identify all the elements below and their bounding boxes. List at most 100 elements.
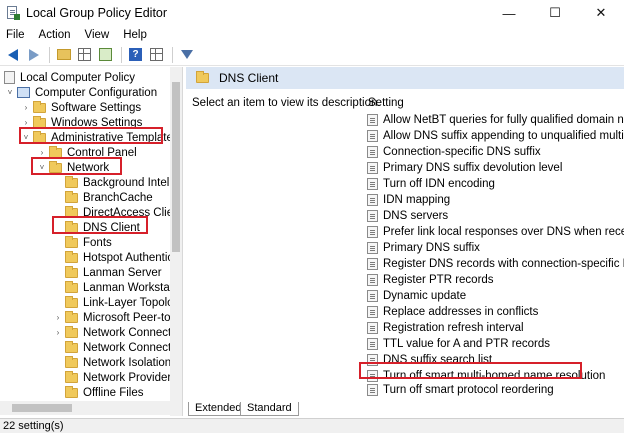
- toolbar-separator: [172, 46, 173, 63]
- highlight-dns-client: [52, 216, 148, 234]
- setting-row[interactable]: Allow NetBT queries for fully qualified …: [367, 112, 624, 127]
- tree-item-lanman-server[interactable]: Lanman Server: [65, 265, 162, 280]
- policy-icon: [367, 225, 378, 238]
- setting-row[interactable]: TTL value for A and PTR records: [367, 336, 624, 351]
- folder-icon: [33, 100, 46, 113]
- forward-button[interactable]: [24, 45, 43, 64]
- export-list-button[interactable]: [96, 45, 115, 64]
- collapse-chevron-icon[interactable]: ˅: [6, 88, 14, 97]
- setting-row[interactable]: Dynamic update: [367, 288, 624, 303]
- tree-item-microsoft-peer-to-peer[interactable]: › Microsoft Peer-to-P: [54, 310, 182, 325]
- window-title: Local Group Policy Editor: [26, 6, 168, 20]
- policy-icon: [367, 161, 378, 174]
- expand-chevron-icon[interactable]: ›: [22, 118, 30, 127]
- setting-row[interactable]: IDN mapping: [367, 192, 624, 207]
- tree-item-software-settings[interactable]: › Software Settings: [22, 100, 141, 115]
- back-arrow-icon: [7, 48, 18, 61]
- folder-icon: [33, 115, 46, 128]
- folder-icon: [65, 325, 78, 338]
- tree-item-local-computer-policy[interactable]: Local Computer Policy: [4, 70, 135, 85]
- policy-icon: [367, 209, 378, 222]
- menu-bar: File Action View Help: [0, 26, 624, 44]
- filter-button[interactable]: [177, 45, 196, 64]
- folder-icon: [65, 235, 78, 248]
- policy-icon: [367, 273, 378, 286]
- maximize-button[interactable]: ☐: [532, 0, 578, 26]
- setting-row[interactable]: Connection-specific DNS suffix: [367, 144, 624, 159]
- filter-icon: [180, 50, 193, 59]
- menu-file[interactable]: File: [6, 29, 25, 41]
- expand-chevron-icon[interactable]: ›: [22, 103, 30, 112]
- tree-item-network-connections[interactable]: › Network Connection: [54, 325, 182, 340]
- expand-chevron-icon[interactable]: ›: [54, 313, 62, 322]
- policy-icon: [367, 193, 378, 206]
- folder-up-icon: [56, 49, 71, 60]
- document-icon: [4, 71, 15, 84]
- highlight-network: [31, 157, 122, 175]
- tab-standard[interactable]: Standard: [240, 402, 299, 416]
- setting-row[interactable]: Register PTR records: [367, 272, 624, 287]
- show-hide-tree-button[interactable]: [75, 45, 94, 64]
- view-tabs: Extended Standard: [186, 401, 624, 417]
- toolbar: ?: [0, 44, 624, 66]
- setting-row[interactable]: Allow DNS suffix appending to unqualifie…: [367, 128, 624, 143]
- policy-icon: [367, 321, 378, 334]
- menu-action[interactable]: Action: [39, 29, 71, 41]
- up-folder-button[interactable]: [54, 45, 73, 64]
- folder-icon: [65, 280, 78, 293]
- setting-row[interactable]: Turn off IDN encoding: [367, 176, 624, 191]
- setting-row[interactable]: Registration refresh interval: [367, 320, 624, 335]
- back-button[interactable]: [3, 45, 22, 64]
- console-tree: Local Computer Policy ˅ Computer Configur…: [0, 67, 183, 416]
- properties-icon: [150, 48, 163, 61]
- policy-icon: [367, 384, 378, 396]
- tree-item-lanman-workstation[interactable]: Lanman Workstation: [65, 280, 182, 295]
- tree-item-branchcache[interactable]: BranchCache: [65, 190, 153, 205]
- setting-row[interactable]: Replace addresses in conflicts: [367, 304, 624, 319]
- computer-icon: [17, 87, 30, 98]
- expand-chevron-icon[interactable]: ›: [38, 148, 46, 157]
- setting-row[interactable]: Prefer link local responses over DNS whe…: [367, 224, 624, 239]
- policy-icon: [367, 177, 378, 190]
- folder-icon: [65, 265, 78, 278]
- expand-chevron-icon[interactable]: ›: [54, 328, 62, 337]
- description-text: Select an item to view its description.: [192, 97, 381, 109]
- detail-header: DNS Client: [186, 67, 624, 89]
- menu-help[interactable]: Help: [123, 29, 147, 41]
- setting-row[interactable]: Turn off smart protocol reordering: [367, 384, 624, 396]
- policy-icon: [367, 289, 378, 302]
- tree-item-network-connectivity[interactable]: Network Connectivi: [65, 340, 182, 355]
- tree-item-fonts[interactable]: Fonts: [65, 235, 112, 250]
- policy-icon: [367, 129, 378, 142]
- console-tree-icon: [78, 48, 91, 61]
- folder-icon: [65, 310, 78, 323]
- tree-item-hotspot-authentication[interactable]: Hotspot Authenticat: [65, 250, 182, 265]
- tree-item-network-isolation[interactable]: Network Isolation: [65, 355, 171, 370]
- policy-icon: [367, 305, 378, 318]
- policy-icon: [367, 337, 378, 350]
- folder-icon: [65, 250, 78, 263]
- setting-column-header[interactable]: Setting: [368, 97, 404, 109]
- title-bar: Local Group Policy Editor — ☐ ✕: [0, 0, 624, 26]
- toolbar-separator: [49, 46, 50, 63]
- close-button[interactable]: ✕: [578, 0, 624, 26]
- folder-icon: [65, 295, 78, 308]
- help-button[interactable]: ?: [126, 45, 145, 64]
- menu-view[interactable]: View: [85, 29, 110, 41]
- tree-item-link-layer-topology[interactable]: Link-Layer Topology: [65, 295, 182, 310]
- tree-item-computer-configuration[interactable]: ˅ Computer Configuration: [6, 85, 157, 100]
- forward-arrow-icon: [28, 48, 39, 61]
- tree-item-offline-files[interactable]: Offline Files: [65, 385, 144, 400]
- tree-item-background-intelligent[interactable]: Background Intellig: [65, 175, 181, 190]
- folder-icon: [65, 175, 78, 188]
- tree-scroll-thumb[interactable]: [172, 82, 180, 252]
- setting-row[interactable]: Primary DNS suffix: [367, 240, 624, 255]
- tree-hscroll-thumb[interactable]: [12, 404, 72, 412]
- toolbar-separator: [121, 46, 122, 63]
- setting-row[interactable]: DNS servers: [367, 208, 624, 223]
- tree-item-network-provider[interactable]: Network Provider: [65, 370, 171, 385]
- properties-button[interactable]: [147, 45, 166, 64]
- setting-row[interactable]: Register DNS records with connection-spe…: [367, 256, 624, 271]
- setting-row[interactable]: Primary DNS suffix devolution level: [367, 160, 624, 175]
- minimize-button[interactable]: —: [486, 0, 532, 26]
